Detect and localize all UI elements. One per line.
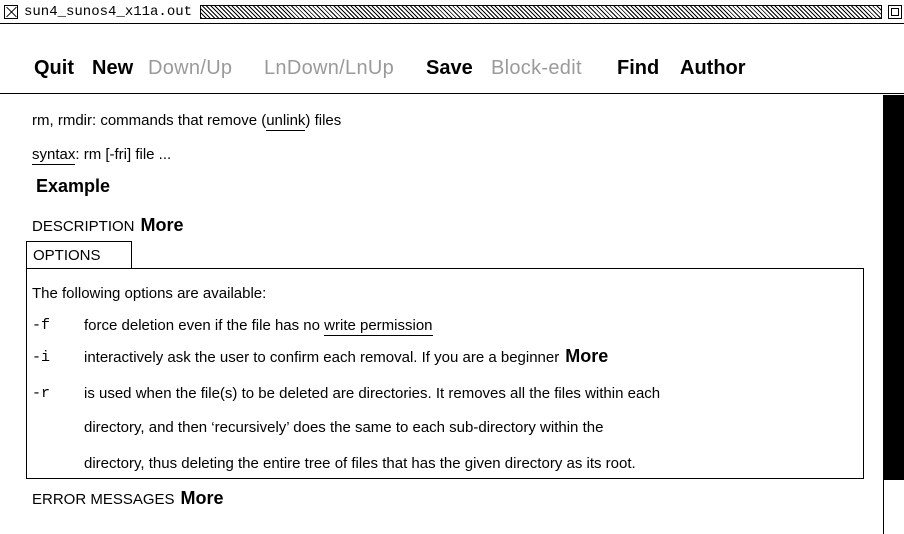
description-more-link[interactable]: More xyxy=(141,215,184,235)
syntax-link[interactable]: syntax xyxy=(32,146,76,165)
close-icon[interactable] xyxy=(4,4,18,19)
example-link[interactable]: Example xyxy=(36,176,110,197)
option-flag-r: -r xyxy=(32,385,51,402)
unlink-link[interactable]: unlink xyxy=(266,112,306,131)
option-i-desc: interactively ask the user to confirm ea… xyxy=(84,349,560,366)
description-label: DESCRIPTION xyxy=(32,218,135,235)
option-r-cont2: directory, thus deleting the entire tree… xyxy=(84,455,636,472)
doc-heading: rm, rmdir: commands that remove (unlink)… xyxy=(32,112,342,131)
description-section: DESCRIPTION More xyxy=(32,215,184,236)
option-flag-i: -i xyxy=(32,349,51,366)
find-button[interactable]: Find xyxy=(617,57,659,80)
new-button[interactable]: New xyxy=(92,57,133,80)
scrollbar[interactable] xyxy=(883,95,904,534)
quit-button[interactable]: Quit xyxy=(34,57,74,80)
option-flag-f: -f xyxy=(32,317,51,334)
down-up-button[interactable]: Down/Up xyxy=(148,57,232,80)
lndown-lnup-button[interactable]: LnDown/LnUp xyxy=(264,57,394,80)
syntax-text: : rm [-fri] file ... xyxy=(75,146,172,163)
save-button[interactable]: Save xyxy=(426,57,473,80)
option-text-f: force deletion even if the file has no w… xyxy=(84,317,433,336)
heading-suffix: ) files xyxy=(305,112,342,129)
errors-label: ERROR MESSAGES xyxy=(32,491,175,508)
write-permission-link[interactable]: write permission xyxy=(324,317,433,336)
options-intro: The following options are available: xyxy=(32,285,267,302)
option-f-desc: force deletion even if the file has no xyxy=(84,317,325,334)
scroll-thumb[interactable] xyxy=(884,95,904,480)
option-text-r: is used when the file(s) to be deleted a… xyxy=(84,385,661,402)
menu-bar: Quit New Down/Up LnDown/LnUp Save Block-… xyxy=(0,24,904,94)
author-button[interactable]: Author xyxy=(680,57,746,80)
error-messages-section: ERROR MESSAGES More xyxy=(32,488,224,509)
title-bar[interactable]: sun4_sunos4_x11a.out xyxy=(0,0,904,24)
document-view[interactable]: rm, rmdir: commands that remove (unlink)… xyxy=(0,95,883,534)
option-r-cont1: directory, and then ‘recursively’ does t… xyxy=(84,419,604,436)
options-label: OPTIONS xyxy=(33,247,101,264)
options-tab[interactable]: OPTIONS xyxy=(26,241,132,269)
block-edit-button[interactable]: Block-edit xyxy=(491,57,582,80)
resize-icon[interactable] xyxy=(888,4,902,19)
syntax-line: syntax: rm [-fri] file ... xyxy=(32,146,172,165)
beginner-more-link[interactable]: More xyxy=(565,346,608,366)
errors-more-link[interactable]: More xyxy=(181,488,224,508)
window-title: sun4_sunos4_x11a.out xyxy=(24,3,193,20)
heading-text: rm, rmdir: commands that remove ( xyxy=(32,112,267,129)
title-drag-area[interactable] xyxy=(200,4,882,19)
option-text-i: interactively ask the user to confirm ea… xyxy=(84,346,608,367)
